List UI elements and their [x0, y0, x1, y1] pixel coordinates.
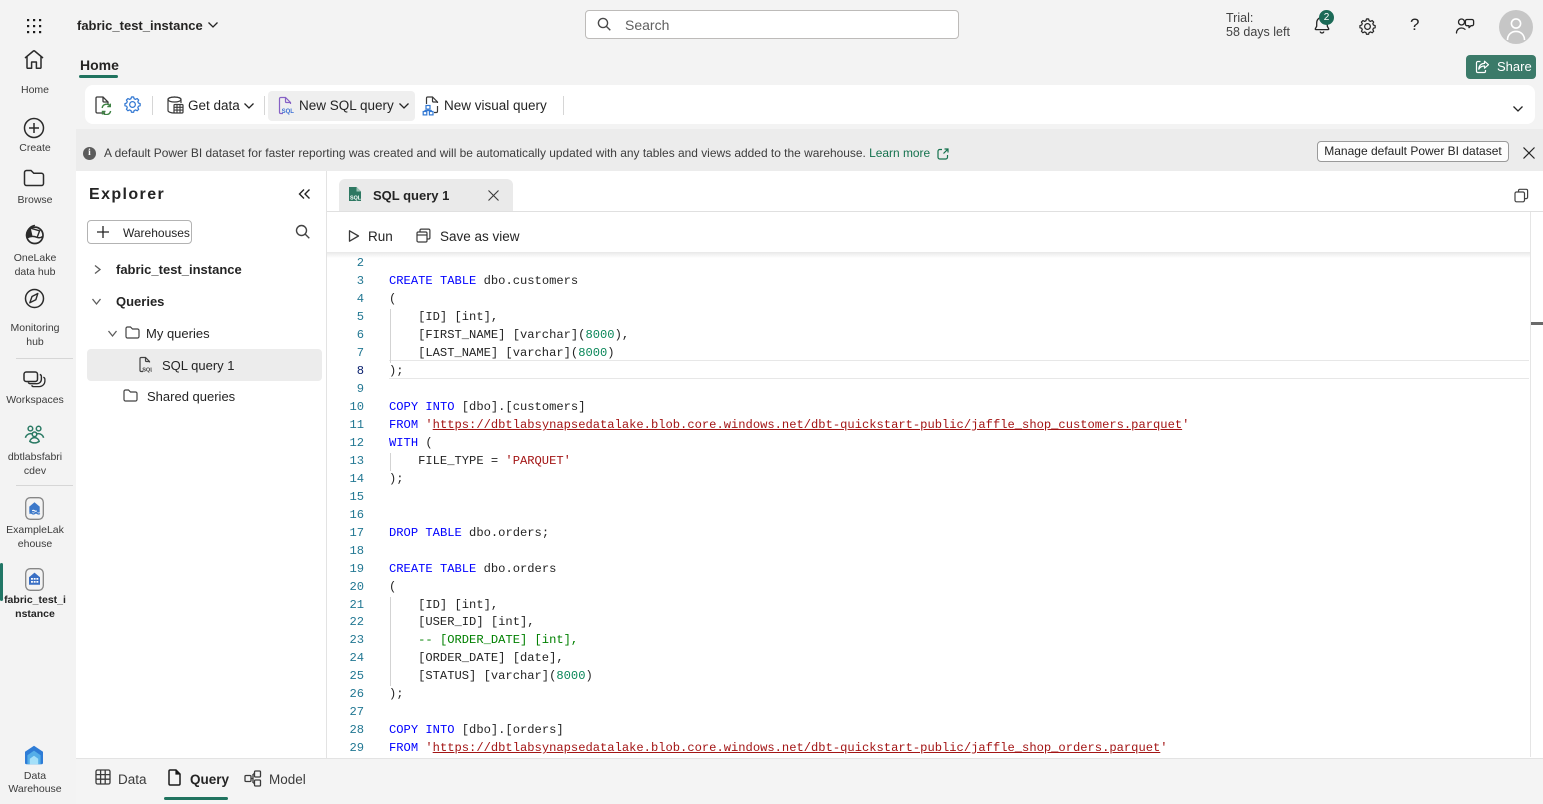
svg-text:SQL: SQL — [282, 109, 294, 115]
svg-text:SQL: SQL — [350, 196, 362, 202]
svg-text:SQL: SQL — [142, 367, 152, 373]
